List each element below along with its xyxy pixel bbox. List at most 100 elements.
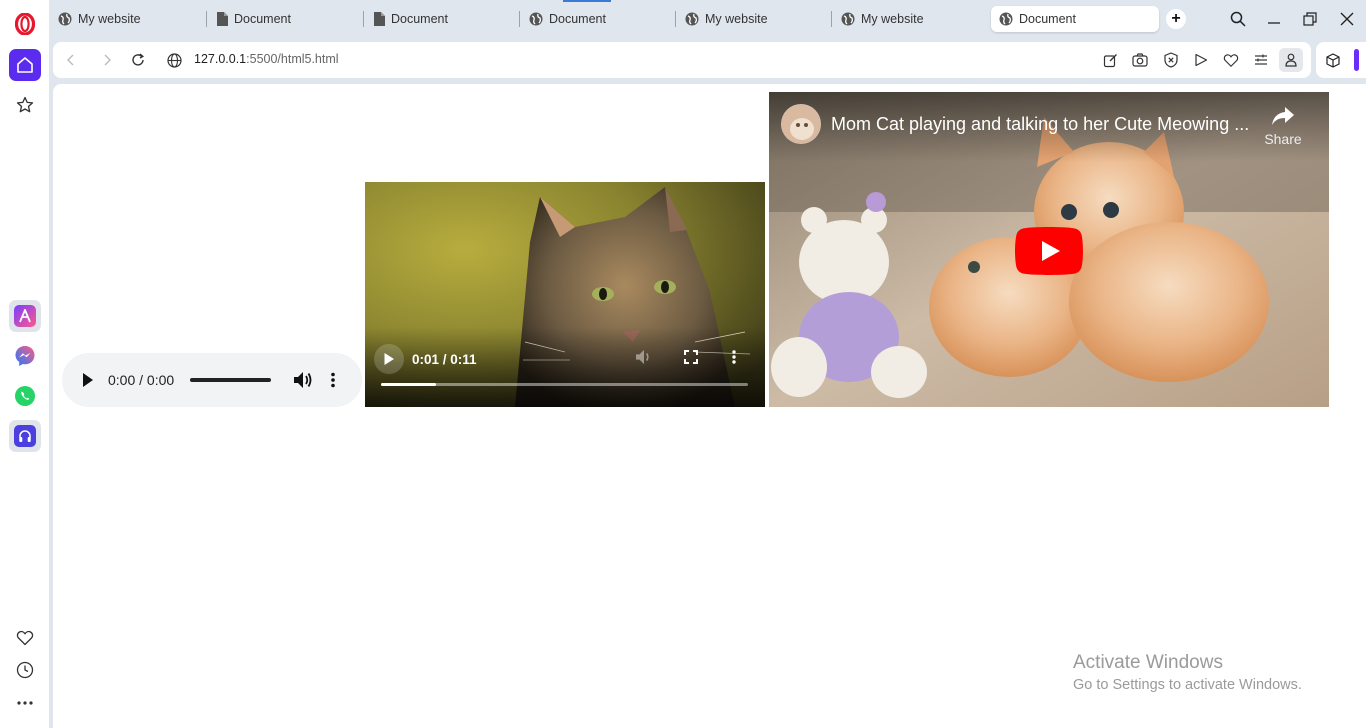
video-play-button[interactable] [374,344,404,374]
video-seek-progress [381,383,437,386]
tab-separator [363,11,364,27]
video-more-button[interactable] [731,349,737,368]
restore-icon [1303,12,1317,26]
minimize-button[interactable] [1262,8,1286,30]
globe-icon [999,12,1013,26]
search-tabs-button[interactable] [1226,8,1250,30]
youtube-video-title[interactable]: Mom Cat playing and talking to her Cute … [831,114,1251,135]
sliders-icon [1255,54,1267,65]
url-path: :5500/html5.html [246,52,339,66]
share-label: Share [1264,131,1302,147]
video-seek-bar[interactable] [381,383,748,386]
tab-1[interactable]: My website [50,6,200,32]
youtube-play-button[interactable] [1015,227,1083,278]
sidebar-aria-button[interactable] [9,300,41,332]
star-icon [16,96,34,113]
video-fullscreen-button[interactable] [683,349,699,368]
sidebar-speed-dial-button[interactable] [9,89,41,121]
tab-title: Document [549,12,606,26]
tab-scroll-indicator [563,0,611,2]
whatsapp-icon [15,386,35,406]
opera-menu-button[interactable] [9,8,41,40]
minimize-icon [1268,22,1280,24]
audio-more-button[interactable] [330,371,336,392]
fullscreen-icon [684,350,698,364]
address-bar: 127.0.0.1:5500/html5.html [53,42,1311,78]
aria-icon [14,305,36,327]
tab-separator [675,11,676,27]
shield-icon [1164,52,1178,68]
tab-separator [519,11,520,27]
tab-title: Document [234,12,291,26]
volume-icon [636,349,649,365]
easy-setup-button[interactable] [1251,50,1271,70]
tab-7-active[interactable]: Document [991,6,1159,32]
tab-separator [831,11,832,27]
globe-icon [841,12,855,26]
sidebar-more-button[interactable] [9,687,41,719]
new-tab-button[interactable]: + [1166,9,1186,29]
forward-button[interactable] [97,50,117,70]
audio-time: 0:00 / 0:00 [108,372,175,388]
sidebar-music-player-button[interactable] [9,420,41,452]
document-icon [217,12,228,26]
sidebar-accent-bar [1354,49,1359,71]
close-icon [1340,12,1354,26]
easy-setup-edit-button[interactable] [1100,50,1120,70]
restore-button[interactable] [1298,8,1322,30]
profile-button[interactable] [1279,48,1303,72]
tab-title: Document [1019,12,1076,26]
audio-volume-button[interactable] [293,371,313,392]
snapshot-button[interactable] [1130,50,1150,70]
activate-windows-subtitle: Go to Settings to activate Windows. [1073,677,1302,693]
youtube-share-button[interactable]: Share [1259,106,1307,147]
globe-icon [685,12,699,26]
audio-play-button[interactable] [81,372,95,391]
sidebar-whatsapp-button[interactable] [9,380,41,412]
tab-strip: My website Document Document Document My… [50,0,1366,40]
heart-icon [16,630,34,646]
more-vertical-icon [331,372,335,388]
reload-button[interactable] [128,50,148,70]
bookmark-page-button[interactable] [1221,50,1241,70]
site-info-button[interactable] [164,50,184,70]
globe-outline-icon [166,52,182,68]
clock-icon [16,661,34,679]
heart-outline-icon [1223,53,1239,67]
audio-player: 0:00 / 0:00 [62,353,362,407]
player-button[interactable] [1191,50,1211,70]
back-button[interactable] [61,50,81,70]
tab-title: My website [705,12,768,26]
sidebar-bookmarks-button[interactable] [9,622,41,654]
activate-windows-watermark: Activate Windows Go to Settings to activ… [1073,652,1302,693]
volume-icon [294,372,312,388]
url-field[interactable]: 127.0.0.1:5500/html5.html [194,52,339,66]
tab-4[interactable]: Document [519,6,671,32]
tab-5[interactable]: My website [675,6,827,32]
close-window-button[interactable] [1335,8,1359,30]
camera-icon [1132,53,1148,67]
more-vertical-icon [732,350,736,364]
globe-icon [58,12,72,26]
tab-6[interactable]: My website [831,6,983,32]
video-mute-button[interactable] [635,349,653,368]
tab-title: My website [861,12,924,26]
youtube-embed[interactable]: Mom Cat playing and talking to her Cute … [769,92,1329,407]
more-icon [17,701,33,705]
tab-title: My website [78,12,141,26]
play-icon [83,373,93,387]
sidebar-history-button[interactable] [9,654,41,686]
tab-3[interactable]: Document [363,6,515,32]
edit-icon [1103,53,1117,67]
sidebar-messenger-button[interactable] [9,340,41,372]
audio-seek-bar[interactable] [190,378,271,382]
share-icon [1272,107,1294,125]
channel-avatar[interactable] [781,104,821,144]
video-player[interactable]: 0:01 / 0:11 [365,182,765,407]
tab-2[interactable]: Document [206,6,358,32]
play-icon [384,353,394,365]
tab-separator [206,11,207,27]
extensions-button[interactable] [1323,50,1343,70]
sidebar-home-button[interactable] [9,49,41,81]
adblock-button[interactable] [1161,50,1181,70]
